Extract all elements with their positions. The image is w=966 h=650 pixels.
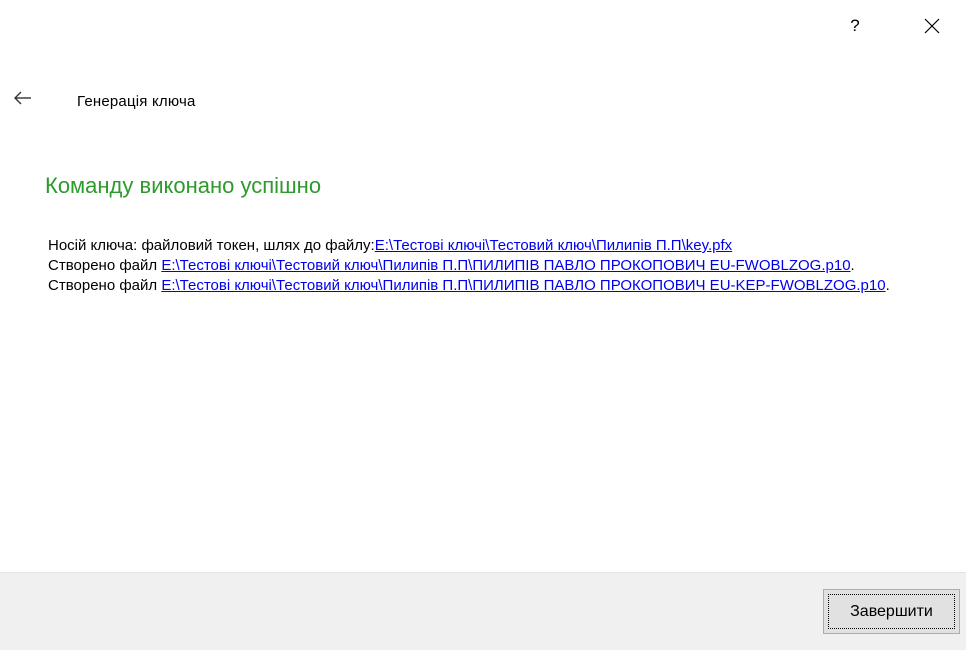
created-file-link-2[interactable]: E:\Тестові ключі\Тестовий ключ\Пилипів П… [161, 277, 885, 294]
key-media-label: Носій ключа: файловий токен, шлях до фай… [48, 237, 375, 254]
key-media-line: Носій ключа: файловий токен, шлях до фай… [48, 236, 953, 256]
result-message: Носій ключа: файловий токен, шлях до фай… [48, 236, 953, 296]
arrow-left-icon [14, 91, 31, 105]
created-file-line: Створено файл E:\Тестові ключі\Тестовий … [48, 277, 890, 294]
created-file-link-1[interactable]: E:\Тестові ключі\Тестовий ключ\Пилипів П… [161, 257, 850, 274]
footer-bar [0, 572, 966, 650]
close-icon [924, 18, 940, 34]
back-button[interactable] [8, 85, 38, 111]
key-file-link[interactable]: E:\Тестові ключі\Тестовий ключ\Пилипів П… [375, 237, 732, 254]
success-heading: Команду виконано успішно [45, 173, 322, 198]
finish-button[interactable]: Завершити [823, 589, 960, 634]
help-label: ? [850, 16, 860, 35]
created-file-line: Створено файл E:\Тестові ключі\Тестовий … [48, 257, 855, 274]
created-file-label: Створено файл [48, 257, 162, 274]
created-file-label: Створено файл [48, 277, 162, 294]
wizard-title: Генерація ключа [77, 93, 196, 110]
close-button[interactable] [912, 8, 952, 44]
key-generation-window: ? Генерація ключа Команду виконано успіш… [0, 0, 966, 650]
finish-button-label: Завершити [828, 594, 955, 629]
help-button[interactable]: ? [835, 8, 875, 44]
